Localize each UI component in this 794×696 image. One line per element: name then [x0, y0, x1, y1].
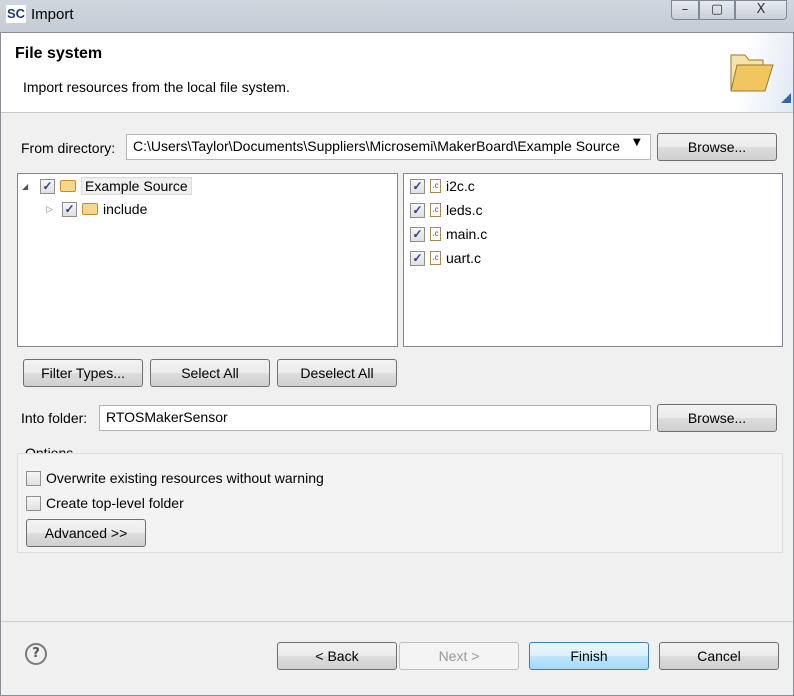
folder-open-icon: [711, 33, 793, 112]
tree-item-label: include: [103, 201, 148, 217]
checkbox[interactable]: [26, 495, 41, 511]
tree-item-include[interactable]: ▷ ✓ include: [46, 201, 148, 217]
file-list[interactable]: ✓ .c i2c.c ✓ .c leds.c ✓ .c main.c ✓ .c uart.c: [403, 173, 783, 347]
folder-icon: [82, 203, 98, 215]
select-all-button[interactable]: Select All: [150, 359, 270, 387]
deselect-all-button[interactable]: Deselect All: [277, 359, 397, 387]
file-item[interactable]: ✓ .c i2c.c: [410, 178, 475, 194]
app-logo: SC: [6, 5, 26, 23]
advanced-button[interactable]: Advanced >>: [26, 519, 146, 547]
footer-divider: [1, 621, 793, 622]
title-bar: SC Import – ▢ X: [0, 0, 794, 32]
checkbox[interactable]: ✓: [410, 178, 425, 194]
browse-folder-button[interactable]: Browse...: [657, 404, 777, 432]
file-label: leds.c: [446, 202, 483, 218]
file-item[interactable]: ✓ .c uart.c: [410, 250, 481, 266]
next-button[interactable]: Next >: [399, 642, 519, 670]
file-label: i2c.c: [446, 178, 475, 194]
c-file-icon: .c: [430, 179, 441, 193]
tree-item-example-source[interactable]: ◢ ✓ Example Source: [22, 177, 192, 195]
c-file-icon: .c: [430, 227, 441, 241]
collapsed-arrow-icon[interactable]: ▷: [46, 204, 53, 215]
checkbox[interactable]: ✓: [40, 178, 55, 194]
maximize-icon[interactable]: ▢: [699, 0, 735, 20]
file-item[interactable]: ✓ .c main.c: [410, 226, 487, 242]
c-file-icon: .c: [430, 251, 441, 265]
tree-item-label: Example Source: [81, 177, 192, 195]
checkbox[interactable]: ✓: [410, 250, 425, 266]
expanded-arrow-icon[interactable]: ◢: [22, 182, 28, 191]
into-folder-input[interactable]: RTOSMakerSensor: [99, 405, 651, 431]
import-dialog: File system Import resources from the lo…: [0, 32, 794, 696]
help-icon[interactable]: ?: [25, 643, 47, 665]
checkbox[interactable]: [26, 470, 41, 486]
filter-types-button[interactable]: Filter Types...: [23, 359, 143, 387]
folder-icon: [60, 180, 76, 192]
file-label: main.c: [446, 226, 488, 242]
page-description: Import resources from the local file sys…: [23, 79, 290, 95]
close-icon[interactable]: X: [735, 0, 787, 20]
back-button[interactable]: < Back: [277, 642, 397, 670]
page-title: File system: [15, 45, 103, 62]
top-level-folder-option[interactable]: Create top-level folder: [26, 495, 184, 511]
window-title: Import: [31, 6, 74, 23]
option-label: Create top-level folder: [46, 495, 184, 511]
c-file-icon: .c: [430, 203, 441, 217]
chevron-down-icon[interactable]: ▼: [633, 137, 641, 148]
checkbox[interactable]: ✓: [62, 201, 77, 217]
option-label: Overwrite existing resources without war…: [46, 470, 324, 486]
file-item[interactable]: ✓ .c leds.c: [410, 202, 483, 218]
from-directory-combo[interactable]: C:\Users\Taylor\Documents\Suppliers\Micr…: [126, 134, 651, 160]
cancel-button[interactable]: Cancel: [659, 642, 779, 670]
checkbox[interactable]: ✓: [410, 202, 425, 218]
browse-directory-button[interactable]: Browse...: [657, 133, 777, 161]
folder-tree[interactable]: ◢ ✓ Example Source ▷ ✓ include: [17, 173, 398, 347]
minimize-icon[interactable]: –: [671, 0, 699, 20]
overwrite-option[interactable]: Overwrite existing resources without war…: [26, 470, 324, 486]
finish-button[interactable]: Finish: [529, 642, 649, 670]
wizard-banner: File system Import resources from the lo…: [1, 33, 793, 113]
from-directory-label: From directory:: [21, 140, 116, 156]
file-label: uart.c: [446, 250, 482, 266]
into-folder-label: Into folder:: [21, 410, 88, 426]
checkbox[interactable]: ✓: [410, 226, 425, 242]
